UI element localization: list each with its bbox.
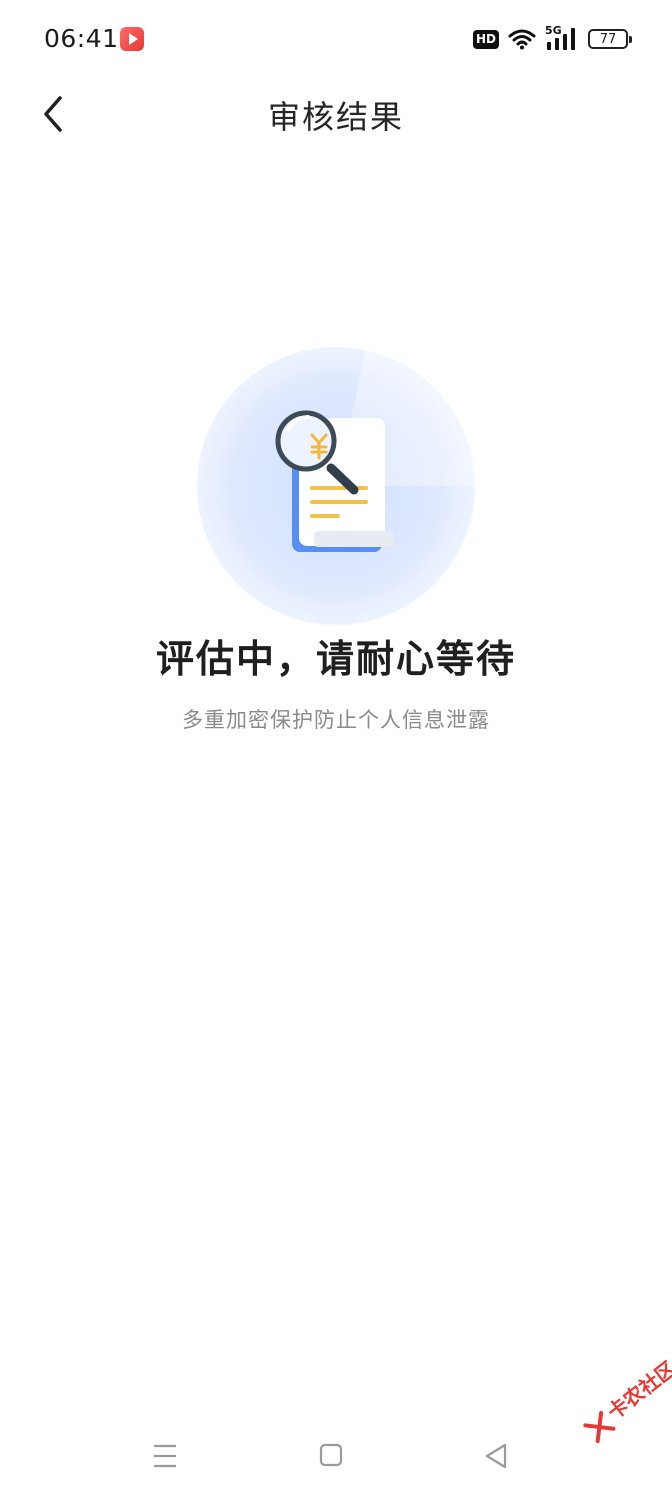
menu-button[interactable]	[146, 1436, 186, 1476]
square-home-icon	[319, 1443, 343, 1467]
home-button[interactable]	[312, 1436, 352, 1476]
hd-badge: HD	[472, 29, 499, 49]
status-bar: 06:41 HD 5G 77	[0, 0, 672, 78]
page-title: 审核结果	[267, 98, 404, 136]
evaluation-illustration	[196, 346, 476, 626]
status-time: 06:41	[44, 24, 119, 53]
network-type-label: 5G	[545, 24, 562, 37]
video-app-icon	[120, 27, 144, 51]
status-title: 评估中，请耐心等待	[155, 637, 516, 681]
audit-result-screen: 06:41 HD 5G 77 审核结果 评估中，请耐心等待 多重加密保护防止个人…	[0, 0, 672, 1500]
menu-lines-icon	[154, 1444, 176, 1468]
cellular-signal-icon: 5G	[545, 24, 579, 52]
wifi-icon	[508, 29, 536, 50]
battery-level: 77	[599, 31, 617, 47]
nav-header: 审核结果	[0, 78, 672, 150]
triangle-back-icon	[485, 1443, 507, 1469]
system-back-button[interactable]	[478, 1436, 518, 1476]
system-navigation-bar	[0, 1410, 672, 1500]
status-subtitle: 多重加密保护防止个人信息泄露	[182, 708, 490, 732]
status-indicators: HD 5G 77	[472, 24, 632, 53]
document-search-yuan-icon	[197, 347, 476, 625]
battery-icon: 77	[588, 29, 632, 49]
